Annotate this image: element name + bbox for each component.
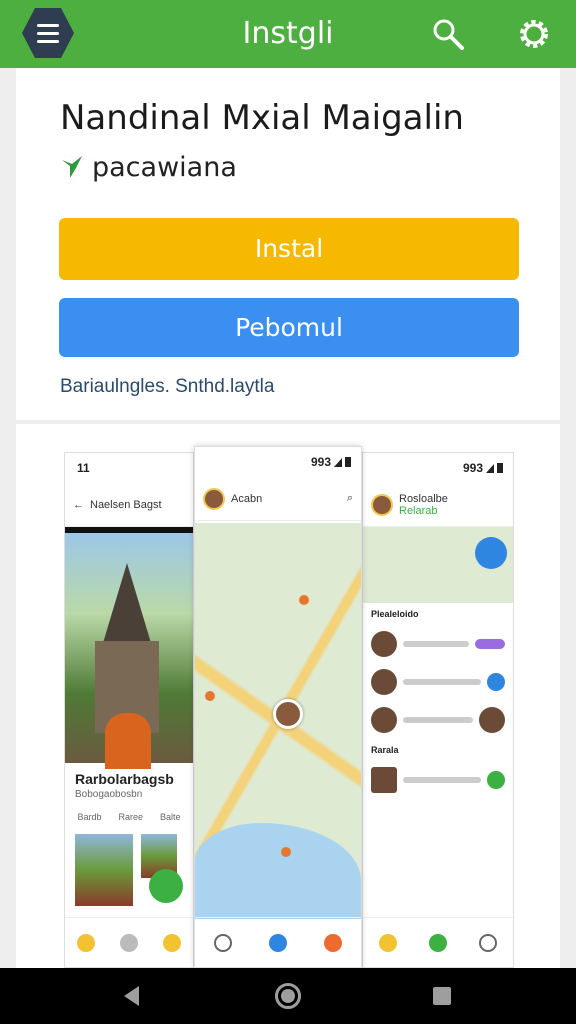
back-arrow-icon: ← xyxy=(73,498,84,511)
search-icon[interactable] xyxy=(430,16,466,52)
back-icon[interactable] xyxy=(124,986,139,1006)
tab-label: Bardb xyxy=(77,812,102,822)
tab-label: Raree xyxy=(118,812,143,822)
temple-photo xyxy=(65,527,193,769)
tab-label: Balte xyxy=(159,812,181,822)
screen-header-title: Naelsen Bagst xyxy=(90,498,162,511)
home-nav-icon xyxy=(77,933,96,952)
screen-header: Acabn ⌕ xyxy=(195,477,361,521)
status-bar: 11 xyxy=(65,453,193,483)
location-icon xyxy=(475,537,507,569)
search-icon: ⌕ xyxy=(346,492,353,504)
map-view xyxy=(195,523,361,919)
screenshot-1[interactable]: 11 ← Naelsen Bagst Rarbolarbagsb Bobogao… xyxy=(64,452,194,968)
status-text: 11 xyxy=(77,461,90,475)
system-nav-bar xyxy=(0,968,576,1024)
bottom-nav xyxy=(363,917,513,967)
list-item xyxy=(363,663,513,701)
status-text: 993 xyxy=(462,461,483,475)
explore-nav-icon xyxy=(119,933,138,952)
screenshot-3[interactable]: 993 Rosloalbe Relarab Plealeloido Rarala xyxy=(362,452,514,968)
share-fab-icon xyxy=(149,869,183,903)
bottom-nav xyxy=(195,917,361,967)
saved-nav-icon xyxy=(162,933,181,952)
top-app-bar: Instgli xyxy=(0,0,576,68)
install-button[interactable]: Instal xyxy=(59,218,519,280)
place-subtitle: Bobogaobosbn xyxy=(75,789,143,800)
profile-nav-icon xyxy=(479,933,497,952)
leaf-icon xyxy=(62,156,82,178)
list-item xyxy=(363,761,513,799)
avatar xyxy=(203,487,225,510)
avatar xyxy=(371,493,393,516)
profile-nav-icon xyxy=(324,933,343,952)
app-bar-title: Instgli xyxy=(242,16,334,51)
status-bar: 993 xyxy=(363,453,513,483)
mini-map xyxy=(363,527,513,603)
screen-header: ← Naelsen Bagst xyxy=(65,483,193,527)
photo-thumbnail xyxy=(75,834,133,906)
explore-nav-icon xyxy=(429,933,447,952)
screen-header: Rosloalbe Relarab xyxy=(363,483,513,527)
bottom-nav xyxy=(65,917,193,967)
list-item xyxy=(363,701,513,739)
screenshot-2[interactable]: 993 Acabn ⌕ xyxy=(194,446,362,968)
screen-header-subtitle: Relarab xyxy=(399,504,438,517)
gear-icon[interactable] xyxy=(514,14,554,54)
home-nav-icon xyxy=(213,933,232,952)
secondary-button[interactable]: Pebomul xyxy=(59,298,519,357)
home-nav-icon xyxy=(379,933,397,952)
recents-icon[interactable] xyxy=(433,987,451,1005)
developer-row[interactable]: pacawiana xyxy=(60,150,237,184)
screen-header-title: Rosloalbe xyxy=(399,492,448,505)
app-name: Nandinal Mxial Maigalin xyxy=(60,98,464,138)
screen-header-title: Acabn xyxy=(231,492,263,505)
place-tabs: Bardb Raree Balte xyxy=(65,800,193,834)
app-header-card: Nandinal Mxial Maigalin pacawiana Instal… xyxy=(16,68,560,420)
map-avatar-marker xyxy=(273,699,303,729)
section-title: Rarala xyxy=(371,745,399,755)
list-item xyxy=(363,625,513,663)
screenshot-gallery[interactable]: 11 ← Naelsen Bagst Rarbolarbagsb Bobogao… xyxy=(16,424,560,968)
home-icon[interactable] xyxy=(275,983,301,1009)
map-nav-icon xyxy=(268,933,287,952)
status-text: 993 xyxy=(310,455,331,469)
developer-name: pacawiana xyxy=(92,151,237,183)
status-bar: 993 xyxy=(195,447,361,477)
section-title: Plealeloido xyxy=(371,609,419,619)
app-info-text: Bariaulngles. Snthd.laytla xyxy=(60,376,275,397)
